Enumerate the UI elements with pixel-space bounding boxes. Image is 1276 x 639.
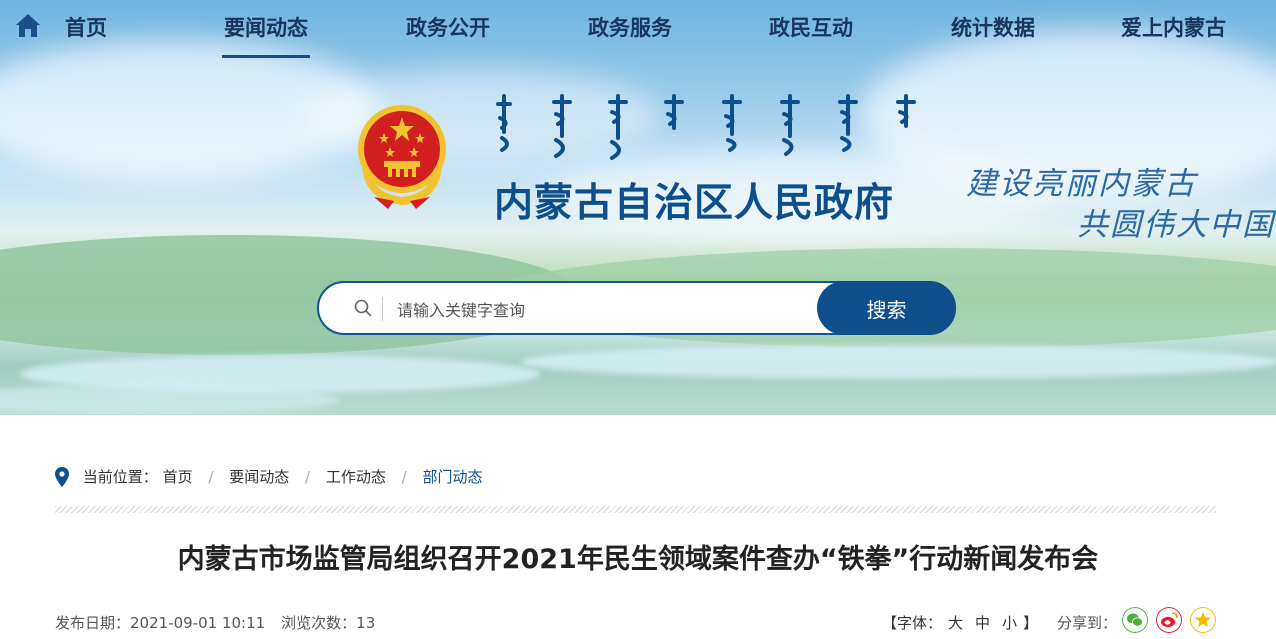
header-banner: 首页 要闻动态 政务公开 政务服务 政民互动 统计数据 爱上内蒙古 内蒙古自治区… [0,0,1276,415]
breadcrumb-separator: / [401,467,407,486]
divider-stripe [55,506,1216,513]
breadcrumb-separator: / [305,467,311,486]
breadcrumb-item-news[interactable]: 要闻动态 [229,466,289,487]
site-title: 内蒙古自治区人民政府 [494,181,895,226]
font-size-open: 【字体： [882,614,943,632]
font-size-close: 】 [1023,614,1039,632]
river [520,345,1276,379]
search-icon [354,299,372,317]
publish-date: 发布日期：2021-09-01 10:11 [55,614,266,632]
weibo-icon[interactable] [1156,607,1182,633]
search-divider [382,297,383,321]
breadcrumb-item-work[interactable]: 工作动态 [326,466,386,487]
article-meta: 发布日期：2021-09-01 10:11 浏览次数：13 [55,612,375,633]
slogan-line-1: 建设亮丽内蒙古 [966,166,1197,202]
font-size-medium[interactable]: 中 [975,614,990,632]
slogan-line-2: 共圆伟大中国梦 [1077,207,1276,243]
search-bar: 搜索 [317,281,956,335]
font-size-small[interactable]: 小 [1002,614,1017,632]
nav-item-love-inner-mongolia[interactable]: 爱上内蒙古 [1121,12,1226,42]
nav-item-home[interactable]: 首页 [65,12,107,42]
breadcrumb: 当前位置： 首页 / 要闻动态 / 工作动态 / 部门动态 [55,466,483,490]
mongolian-script-title [496,94,916,160]
nav-item-gov-services[interactable]: 政务服务 [588,12,672,42]
qzone-icon[interactable] [1190,607,1216,633]
breadcrumb-prefix: 当前位置： [82,468,158,486]
nav-item-news[interactable]: 要闻动态 [222,12,310,58]
river [0,385,340,415]
home-icon[interactable] [14,11,42,39]
main-nav: 首页 要闻动态 政务公开 政务服务 政民互动 统计数据 爱上内蒙古 [0,0,1276,58]
wechat-icon[interactable] [1122,607,1148,633]
search-button[interactable]: 搜索 [817,281,956,335]
location-pin-icon [55,466,69,487]
breadcrumb-item-home[interactable]: 首页 [163,466,193,487]
breadcrumb-item-dept[interactable]: 部门动态 [423,466,483,487]
search-input[interactable] [395,295,819,325]
nav-item-statistics[interactable]: 统计数据 [951,12,1035,42]
article-title: 内蒙古市场监管局组织召开2021年民生领域案件查办“铁拳”行动新闻发布会 [177,544,1099,575]
breadcrumb-separator: / [208,467,214,486]
font-size-large[interactable]: 大 [948,614,963,632]
nav-item-interaction[interactable]: 政民互动 [769,12,853,42]
national-emblem-icon [358,105,446,209]
nav-item-gov-affairs[interactable]: 政务公开 [406,12,490,42]
font-size-switcher: 【字体： 大中小】 [882,612,1038,633]
share-label: 分享到： [1057,614,1118,632]
view-count: 浏览次数：13 [281,614,376,632]
